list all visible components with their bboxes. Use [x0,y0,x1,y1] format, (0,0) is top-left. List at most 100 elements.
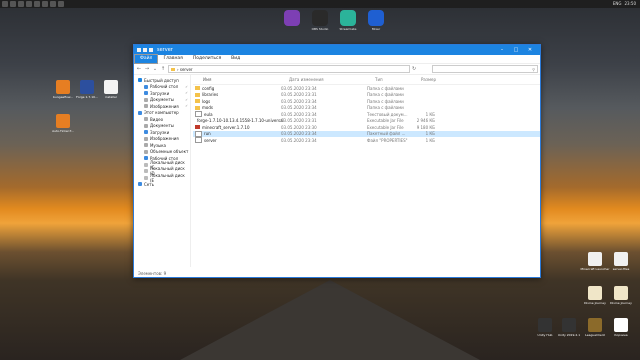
file-type: Папка с файлами [367,85,404,91]
desktop-icon[interactable]: Divine Journey [584,286,606,305]
desktop-icon[interactable]: Корзина [610,318,632,337]
explorer-window: server – □ ✕ Файл Главная Поделиться Вид… [133,44,541,278]
taskbar-app-icon[interactable] [10,1,16,7]
table-row[interactable]: server 03.05.2020 23:34 Файл "PROPERTIES" 1… [193,137,540,144]
file-type: Папка с файлами [367,105,404,111]
nav-item-label: Документы [150,97,174,103]
file-type: Executable Jar File [367,124,404,130]
taskbar-app-icon[interactable] [26,1,32,7]
file-type: Файл "PROPERTIES" [367,137,408,143]
desktop-icon-label: Forge 1.7.10... [76,95,98,99]
column-size[interactable]: Размер [421,77,443,82]
taskbar-app-icon[interactable] [34,1,40,7]
nav-item-label: Рабочий стол [150,84,179,90]
folder-icon [195,99,200,104]
refresh-icon[interactable]: ↻ [412,66,418,72]
file-type: Папка с файлами [367,98,404,104]
file-name-cell: libraries [193,92,281,97]
file-list: Имя Дата изменения Тип Размер config 03.0… [191,75,540,267]
file-size: 2 946 КБ [416,118,435,124]
tab-share[interactable]: Поделиться [188,55,226,63]
nav-item-label: Музыка [150,142,166,148]
window-controls: – □ ✕ [495,45,537,55]
nav-item-label: Загрузки [150,129,170,135]
file-name-cell: mods [193,105,281,110]
folder-icon[interactable] [137,48,141,52]
file-type: Пакетный файл ... [367,131,406,137]
taskbar-app-icon[interactable] [18,1,24,7]
quick-access-toolbar [137,48,153,52]
desktop-icon[interactable]: Auto-Ticker-T... [52,114,74,133]
nav-item-label: Локальный диск (E [149,172,185,183]
nav-item-icon [144,162,148,167]
file-date: 03.05.2020 23:34 [281,137,317,143]
desktop-icon[interactable]: installer [100,80,122,99]
nav-item-label: Этот компьютер [144,110,179,116]
dock-item[interactable]: Streamlabs [338,10,358,31]
nav-item-icon [144,169,148,174]
forward-icon[interactable]: → [144,66,150,72]
pin-icon: ✓ [185,91,188,96]
chevron-right-icon: › [177,66,179,72]
nav-item-icon [144,97,148,102]
desktop-icon[interactable]: bungeeflow... [52,80,74,99]
file-size: 1 КБ [425,137,435,143]
taskbar-app-icon[interactable] [42,1,48,7]
desktop-icon[interactable]: Unity 2019.2.1 [558,318,580,337]
file-name: config [202,85,215,91]
nav-item-icon [138,110,142,115]
taskbar-app-icon[interactable] [58,1,64,7]
nav-item-icon [144,136,148,141]
nav-item-icon [138,182,142,187]
nav-item-label: Объемные объект [150,149,189,155]
desktop-icon-label: bungeeflow... [52,95,74,99]
nav-item-icon [144,143,148,148]
column-name[interactable]: Имя [193,77,289,82]
taskbar-app-icon[interactable] [50,1,56,7]
address-field[interactable]: › server [168,65,410,73]
maximize-button[interactable]: □ [509,45,523,55]
nav-item-label: Изображения [150,103,179,109]
dock-item[interactable] [282,10,302,31]
tray-language[interactable]: ENG [613,1,622,6]
search-icon: ⚲ [532,66,535,72]
desktop-icon[interactable]: Unity Hub [534,318,556,337]
dock-label: Mixer [371,27,381,31]
properties-icon[interactable] [143,48,147,52]
desktop-icon[interactable]: LeagueClient [584,318,606,337]
tab-view[interactable]: Вид [226,55,245,63]
window-titlebar[interactable]: server – □ ✕ [134,45,540,55]
desktop-icon[interactable]: Forge 1.7.10... [76,80,98,99]
file-icon [104,80,118,94]
desktop-icon[interactable]: server-files [610,252,632,271]
desktop-icon[interactable]: Minecraft Launcher [581,252,609,271]
file-name-cell: logs [193,99,281,104]
file-name-cell: minecraft_server.1.7.10 [193,125,281,130]
folder-icon [195,92,200,97]
headphones-icon [368,10,384,26]
system-tray: ENG 23:50 [613,1,636,6]
start-icon[interactable] [2,1,8,7]
tab-file[interactable]: Файл [134,54,159,64]
column-type[interactable]: Тип [375,77,421,82]
dock-item[interactable]: OBS Studio [310,10,330,31]
road-background [180,280,480,360]
minimize-button[interactable]: – [495,45,509,55]
tab-home[interactable]: Главная [158,55,187,63]
back-icon[interactable]: ← [136,66,142,72]
tray-clock[interactable]: 23:50 [624,1,636,6]
file-date: 03.05.2020 23:31 [281,92,317,98]
desktop-icon-label: Divine Journey [610,301,632,305]
dock-label: Streamlabs [339,27,357,31]
close-button[interactable]: ✕ [523,45,537,55]
file-name-cell: config [193,86,281,91]
column-date[interactable]: Дата изменения [289,77,375,82]
file-name-cell: run [193,130,281,137]
new-folder-icon[interactable] [149,48,153,52]
up-icon[interactable]: ↑ [160,66,166,72]
search-input[interactable]: ⚲ [432,65,538,73]
desktop-icon[interactable]: Divine Journey [610,286,632,305]
nav-item-label: Документы [150,123,174,129]
dock-item[interactable]: Mixer [366,10,386,31]
chevron-down-icon[interactable]: ⌄ [152,66,158,72]
